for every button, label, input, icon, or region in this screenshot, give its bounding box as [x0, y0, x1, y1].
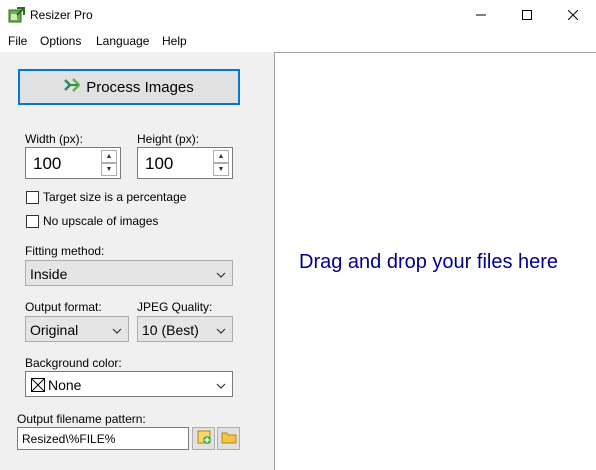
- filename-pattern-label: Output filename pattern:: [17, 412, 146, 426]
- no-upscale-label: No upscale of images: [43, 214, 159, 228]
- width-decrement-button[interactable]: ▼: [101, 163, 117, 176]
- background-color-value: None: [48, 377, 82, 393]
- filename-pattern-input[interactable]: Resized\%FILE%: [17, 427, 189, 450]
- background-color-label: Background color:: [25, 356, 122, 370]
- no-upscale-checkbox[interactable]: No upscale of images: [26, 214, 158, 228]
- menu-language[interactable]: Language: [96, 34, 149, 48]
- title-bar: Resizer Pro: [0, 0, 596, 30]
- jpeg-quality-label: JPEG Quality:: [137, 300, 213, 314]
- add-variable-icon: [196, 429, 212, 448]
- close-button[interactable]: [550, 0, 596, 30]
- target-percentage-checkbox[interactable]: Target size is a percentage: [26, 190, 186, 204]
- width-value: 100: [33, 154, 62, 173]
- background-color-dropdown[interactable]: None: [25, 371, 233, 397]
- chevron-down-icon: [216, 324, 226, 338]
- menu-options[interactable]: Options: [40, 34, 81, 48]
- window-title: Resizer Pro: [30, 8, 93, 22]
- browse-folder-button[interactable]: [217, 427, 240, 450]
- fitting-method-label: Fitting method:: [25, 244, 105, 258]
- chevron-down-icon: [112, 324, 122, 338]
- output-format-dropdown[interactable]: Original: [25, 316, 129, 342]
- width-label: Width (px):: [25, 132, 84, 146]
- folder-icon: [221, 430, 237, 447]
- chevron-down-icon: [216, 268, 226, 282]
- drop-zone-text: Drag and drop your files here: [299, 251, 559, 273]
- width-increment-button[interactable]: ▲: [101, 150, 117, 163]
- output-format-label: Output format:: [25, 300, 102, 314]
- menu-file[interactable]: File: [8, 34, 27, 48]
- resize-app-icon: [8, 6, 26, 24]
- menu-help[interactable]: Help: [162, 34, 187, 48]
- height-value: 100: [145, 154, 174, 173]
- insert-variable-button[interactable]: [192, 427, 215, 450]
- process-icon: [64, 78, 81, 96]
- target-percentage-box[interactable]: [26, 190, 39, 204]
- minimize-button[interactable]: [458, 0, 504, 30]
- process-images-label: Process Images: [86, 78, 194, 96]
- output-format-value: Original: [30, 322, 79, 338]
- height-label: Height (px):: [137, 132, 200, 146]
- maximize-button[interactable]: [504, 0, 550, 30]
- chevron-down-icon: [216, 379, 226, 393]
- target-percentage-label: Target size is a percentage: [43, 190, 187, 204]
- fitting-method-value: Inside: [30, 266, 68, 282]
- no-upscale-box[interactable]: [26, 214, 39, 228]
- no-color-icon: [31, 378, 45, 392]
- menu-bar: File Options Language Help: [0, 31, 596, 51]
- width-spinner[interactable]: 100 ▲ ▼: [25, 147, 121, 179]
- process-images-button[interactable]: Process Images: [18, 69, 240, 105]
- jpeg-quality-dropdown[interactable]: 10 (Best): [137, 316, 233, 342]
- height-increment-button[interactable]: ▲: [213, 150, 229, 163]
- height-decrement-button[interactable]: ▼: [213, 163, 229, 176]
- drop-zone[interactable]: Drag and drop your files here: [274, 52, 596, 470]
- height-spinner[interactable]: 100 ▲ ▼: [137, 147, 233, 179]
- fitting-method-dropdown[interactable]: Inside: [25, 260, 233, 286]
- jpeg-quality-value: 10 (Best): [142, 322, 199, 338]
- filename-pattern-value: Resized\%FILE%: [22, 432, 116, 446]
- settings-panel: Process Images Width (px): 100 ▲ ▼ Heigh…: [0, 52, 274, 470]
